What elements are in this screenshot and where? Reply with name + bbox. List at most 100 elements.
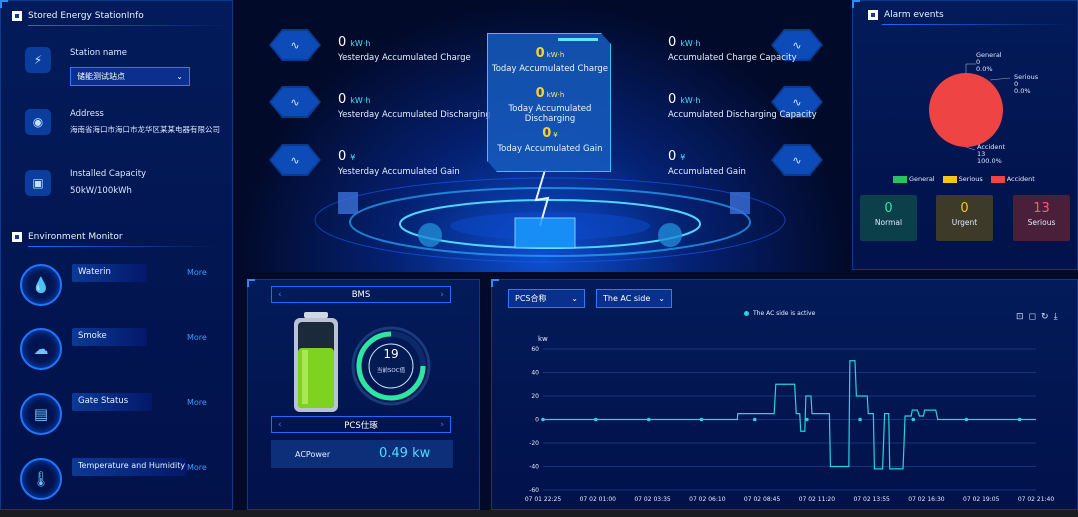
station-name-select[interactable]: 储能测试站点 ⌄ bbox=[70, 67, 190, 86]
pie-label-general: General 0 0.0% bbox=[976, 51, 1002, 73]
env-item-gate-status[interactable]: Gate Status bbox=[72, 393, 152, 411]
alarm-box-serious[interactable]: 13 Serious bbox=[1013, 195, 1070, 241]
y-tick-label: 40 bbox=[531, 370, 539, 377]
title-underline bbox=[28, 25, 228, 26]
capacity-label: Installed Capacity bbox=[70, 169, 147, 179]
soc-value: 19 bbox=[383, 347, 399, 361]
gate-more-link[interactable]: More bbox=[187, 398, 207, 407]
x-tick-label: 07 01 22:25 bbox=[525, 496, 562, 503]
panel-corner bbox=[0, 0, 8, 8]
panel-corner bbox=[852, 0, 860, 8]
legend-item-general[interactable]: General bbox=[893, 175, 935, 183]
x-tick-label: 07 02 13:55 bbox=[853, 496, 890, 503]
accumulated-charge-label: Accumulated Charge Capacity bbox=[668, 53, 797, 63]
pcs-title: PCS仕琢 bbox=[344, 420, 378, 431]
alarm-box-normal[interactable]: 0 Normal bbox=[860, 195, 917, 241]
pcs-select[interactable]: PCS合称 ⌄ bbox=[508, 289, 585, 308]
ac-power-label: ACPower bbox=[295, 450, 331, 459]
yesterday-gain-value: 0 ¥ bbox=[338, 149, 356, 164]
alarm-normal-label: Normal bbox=[874, 218, 903, 227]
ac-power-value: 0.49 kw bbox=[379, 446, 431, 461]
legend-label: The AC side is active bbox=[753, 310, 816, 317]
station-name-value: 储能测试站点 bbox=[77, 72, 125, 81]
today-charge-label: Today Accumulated Charge bbox=[491, 64, 609, 74]
env-item-waterin[interactable]: Waterin bbox=[72, 264, 147, 282]
env-monitor-title: Environment Monitor bbox=[12, 232, 123, 242]
title-underline bbox=[28, 246, 218, 247]
location-pin-icon: ◉ bbox=[25, 109, 51, 135]
chevron-right-icon[interactable]: › bbox=[440, 290, 444, 300]
chart-toolbar: ⊡ ◻ ↻ ⤓ bbox=[1011, 312, 1058, 322]
y-tick-label: 20 bbox=[531, 393, 539, 400]
chevron-left-icon[interactable]: ‹ bbox=[278, 290, 282, 300]
panel-title-icon bbox=[868, 10, 878, 20]
data-point bbox=[911, 417, 916, 422]
y-axis-label: kw bbox=[538, 335, 548, 343]
env-item-temperature[interactable]: Temperature and Humidity bbox=[72, 458, 187, 476]
panel-title-icon bbox=[12, 232, 22, 242]
pie-label-serious: Serious 0 0.0% bbox=[1014, 73, 1039, 95]
restore-icon[interactable]: ◻ bbox=[1029, 312, 1036, 322]
env-monitor-title-text: Environment Monitor bbox=[28, 232, 123, 242]
env-item-smoke[interactable]: Smoke bbox=[72, 328, 147, 346]
data-point bbox=[805, 417, 809, 422]
thermometer-icon: 🌡 bbox=[20, 458, 62, 500]
alarm-serious-label: Serious bbox=[1027, 218, 1056, 227]
y-tick-label: -60 bbox=[529, 487, 539, 494]
accumulated-discharge-value: 0 kW·h bbox=[668, 92, 701, 107]
ac-power-row: ACPower 0.49 kw bbox=[271, 440, 453, 468]
power-line-chart: kw 60 40 20 0 -20 -40 -60 07 01 22:25 07 02 01:00… bbox=[525, 335, 1055, 503]
data-point bbox=[541, 417, 545, 422]
today-summary-card: 0 kW·h Today Accumulated Charge 0 kW·h Tod… bbox=[487, 33, 611, 172]
legend-dot bbox=[744, 311, 749, 316]
alarm-title-text: Alarm events bbox=[884, 10, 944, 20]
y-tick-label: -40 bbox=[529, 464, 539, 471]
side-select[interactable]: The AC side ⌄ bbox=[596, 289, 672, 308]
bms-header[interactable]: ‹ BMS › bbox=[271, 286, 451, 303]
yesterday-charge-label: Yesterday Accumulated Charge bbox=[338, 53, 471, 63]
pcs-header[interactable]: ‹ PCS仕琢 › bbox=[271, 416, 451, 433]
chart-legend[interactable]: The AC side is active bbox=[744, 310, 815, 317]
alarm-box-urgent[interactable]: 0 Urgent bbox=[936, 195, 993, 241]
yesterday-discharge-value: 0 kW·h bbox=[338, 92, 371, 107]
chevron-down-icon: ⌄ bbox=[658, 294, 665, 303]
data-point bbox=[858, 417, 862, 422]
panel-title-icon bbox=[12, 11, 22, 21]
soc-label: 当前SOC值 bbox=[376, 368, 406, 374]
accumulated-gain-value: 0 ¥ bbox=[668, 149, 686, 164]
temperature-more-link[interactable]: More bbox=[187, 463, 207, 472]
chevron-right-icon[interactable]: › bbox=[440, 420, 444, 430]
zoom-icon[interactable]: ⊡ bbox=[1016, 312, 1024, 322]
today-discharge-label: Today Accumulated Discharging bbox=[508, 104, 592, 124]
legend-item-serious[interactable]: Serious bbox=[942, 175, 983, 183]
today-gain-value: 0 ¥ bbox=[542, 126, 558, 141]
card-accent bbox=[558, 38, 598, 41]
gate-icon: ▤ bbox=[20, 393, 62, 435]
download-icon[interactable]: ⤓ bbox=[1054, 312, 1058, 322]
x-tick-label: 07 02 11:20 bbox=[799, 496, 836, 503]
data-point bbox=[964, 417, 969, 422]
series-line bbox=[543, 360, 1036, 470]
chevron-left-icon[interactable]: ‹ bbox=[278, 420, 282, 430]
yesterday-gain-label: Yesterday Accumulated Gain bbox=[338, 167, 460, 177]
capacity-icon: ▣ bbox=[25, 170, 51, 196]
station-icon: ⚡ bbox=[25, 47, 51, 73]
station-name-label: Station name bbox=[70, 48, 128, 58]
data-point bbox=[646, 417, 651, 422]
alarm-title: Alarm events bbox=[868, 10, 944, 20]
x-tick-label: 07 02 16:30 bbox=[908, 496, 945, 503]
refresh-icon[interactable]: ↻ bbox=[1041, 312, 1049, 322]
y-tick-label: -20 bbox=[529, 440, 539, 447]
pcs-select-value: PCS合称 bbox=[515, 294, 547, 303]
chevron-down-icon: ⌄ bbox=[571, 294, 578, 303]
accumulated-gain-label: Accumulated Gain bbox=[668, 167, 746, 177]
alarm-normal-count: 0 bbox=[884, 201, 893, 216]
waterin-more-link[interactable]: More bbox=[187, 268, 207, 277]
smoke-more-link[interactable]: More bbox=[187, 333, 207, 342]
alarm-urgent-label: Urgent bbox=[951, 218, 978, 227]
station-info-title-text: Stored Energy StationInfo bbox=[28, 11, 144, 21]
accumulated-charge-value: 0 kW·h bbox=[668, 35, 701, 50]
alarm-legend: General Serious Accident bbox=[893, 175, 1035, 183]
legend-item-accident[interactable]: Accident bbox=[990, 175, 1035, 183]
chevron-down-icon: ⌄ bbox=[176, 72, 183, 81]
